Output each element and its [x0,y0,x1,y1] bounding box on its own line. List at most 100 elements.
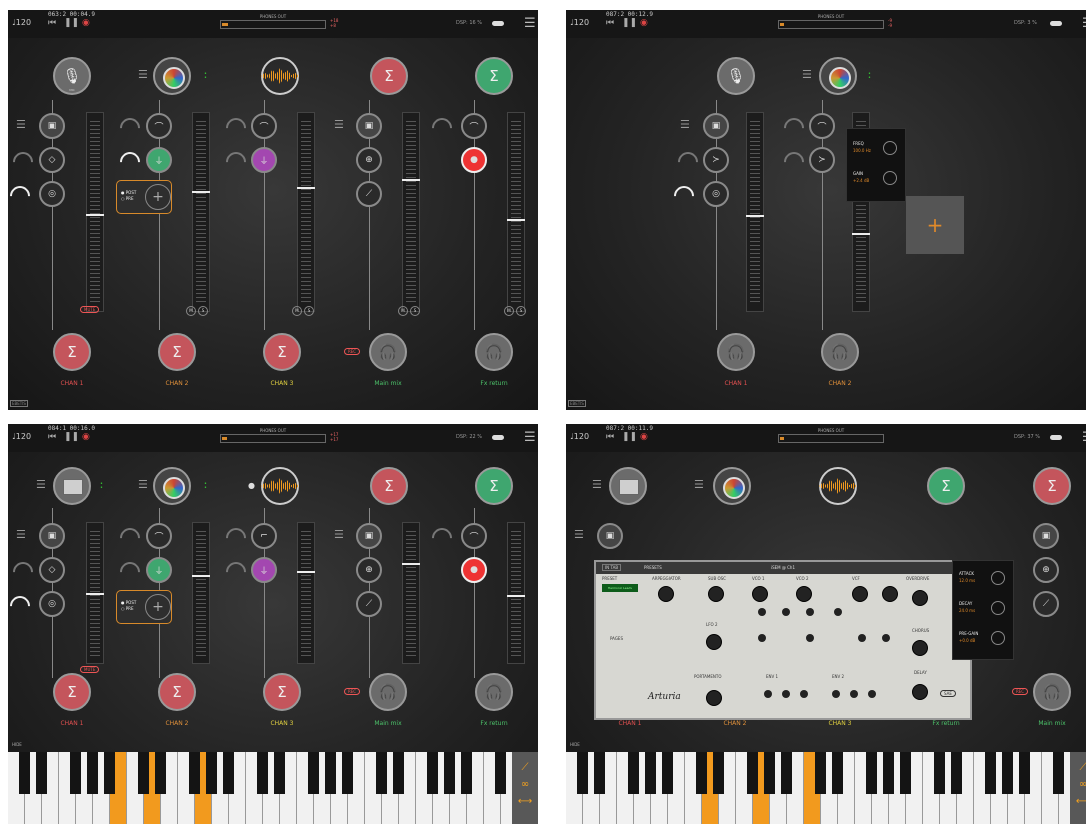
limiter-insert[interactable]: ⟋ [356,181,382,207]
black-key[interactable] [325,752,336,794]
channel-menu-icon[interactable]: ☰ [802,68,812,81]
black-key[interactable] [87,752,98,794]
lowpass-insert[interactable]: ⌐ [251,523,277,549]
channel-fader[interactable] [507,112,525,312]
output-bus-node[interactable]: Σ [53,333,91,371]
pitch-icon[interactable]: ⟋ [1070,762,1086,773]
record-icon[interactable]: ◉ [82,18,90,28]
channel-fader[interactable] [507,522,525,664]
send-knob[interactable] [115,557,145,587]
black-key[interactable] [577,752,588,794]
bus-a-node[interactable]: Σ [370,57,408,95]
black-key[interactable] [662,752,673,794]
black-key[interactable] [461,752,472,794]
resonance-knob[interactable] [882,586,898,602]
limiter-insert[interactable]: ⟋ [356,591,382,617]
channel-fader[interactable] [86,522,104,664]
plugin-insert[interactable]: ▣ [597,523,623,549]
send-knob[interactable] [673,147,703,177]
add-effect-drop-zone[interactable]: + [906,196,964,254]
headphones-output-node[interactable]: 🎧 [1033,673,1071,711]
tempo-display[interactable]: ♩120 [570,432,589,441]
tempo-display[interactable]: ♩120 [570,18,589,27]
pan-insert[interactable]: ◇ [39,147,65,173]
black-key[interactable] [342,752,353,794]
audio-file-node[interactable] [261,57,299,95]
fx-plugin-insert[interactable]: ● [461,147,487,173]
sat-insert[interactable]: ⌒ [146,523,172,549]
hamburger-menu-icon[interactable]: ☰ [1082,17,1086,30]
add-effect-icon[interactable]: + [145,594,171,620]
black-key[interactable] [257,752,268,794]
black-key[interactable] [696,752,707,794]
black-key[interactable] [155,752,166,794]
env2-attack-knob[interactable] [832,690,840,698]
plugin-insert[interactable]: ▣ [39,113,65,139]
send-knob[interactable] [8,557,38,587]
env1-decay-knob[interactable] [782,690,790,698]
audio-file-node[interactable] [261,467,299,505]
bus-b-node[interactable]: Σ [475,467,513,505]
plugin-insert[interactable]: ▣ [356,523,382,549]
black-key[interactable] [1002,752,1013,794]
pause-icon[interactable]: ❚❚ [64,18,79,28]
plugin-insert[interactable]: ▣ [1033,523,1059,549]
send-knob[interactable] [221,557,251,587]
channel-menu-icon[interactable]: ☰ [334,528,344,541]
black-key[interactable] [781,752,792,794]
bus-a-node[interactable]: Σ [370,467,408,505]
eq-insert[interactable]: ⏚ [251,557,277,583]
output-bus-node[interactable]: Σ [263,673,301,711]
pulse-width-knob[interactable] [758,634,766,642]
send-knob[interactable] [221,113,251,143]
keyboard-controls[interactable]: ⟋ ∞ ⟷ [1070,752,1086,824]
freq-knob[interactable] [883,141,897,155]
audio-file-node[interactable] [819,467,857,505]
black-key[interactable] [393,752,404,794]
black-key[interactable] [747,752,758,794]
app-source-node[interactable] [819,57,857,95]
clip-insert[interactable]: ⌒ [461,113,487,139]
post-pre-selector[interactable]: ● POST ○ PRE [121,190,136,202]
pregain-knob[interactable] [991,631,1005,645]
sat-insert[interactable]: ⌒ [809,113,835,139]
cutoff-knob[interactable] [852,586,868,602]
plugin-insert[interactable]: ▣ [39,523,65,549]
hp-insert[interactable]: ≻ [703,147,729,173]
mic-source-node[interactable]: 🎙 [717,57,755,95]
hamburger-menu-icon[interactable]: ☰ [524,431,536,444]
env2-sustain-knob[interactable] [868,690,876,698]
vco-mod-knob[interactable] [834,608,842,616]
app-source-node[interactable] [713,467,751,505]
gain-knob[interactable] [883,171,897,185]
send-knob[interactable] [221,523,251,553]
app-source-node[interactable] [153,57,191,95]
filter-mod-knob[interactable] [858,634,866,642]
record-icon[interactable]: ◉ [640,432,648,442]
loop-icon[interactable]: ∞ [1070,779,1086,790]
black-key[interactable] [189,752,200,794]
black-key[interactable] [934,752,945,794]
black-key[interactable] [951,752,962,794]
black-key[interactable] [832,752,843,794]
send-knob[interactable] [115,147,145,177]
black-key[interactable] [594,752,605,794]
channel-fader[interactable] [297,112,315,312]
sub-osc-knob[interactable] [708,586,724,602]
pause-icon[interactable]: ❚❚ [622,18,637,28]
channel-menu-icon[interactable]: ☰ [694,478,704,491]
channel-fader[interactable] [402,522,420,664]
loop-icon[interactable]: ∞ [512,779,538,790]
mute-button[interactable]: M [504,306,514,316]
bus-a-node[interactable]: Σ [1033,467,1071,505]
black-key[interactable] [274,752,285,794]
black-key[interactable] [628,752,639,794]
black-key[interactable] [36,752,47,794]
record-icon[interactable]: ◉ [640,18,648,28]
env1-sustain-knob[interactable] [800,690,808,698]
channel-menu-icon[interactable]: ☰ [36,478,46,491]
toggle-switch[interactable] [1050,435,1062,440]
headphones-output-node[interactable]: 🎧 [717,333,755,371]
chorus-knob[interactable] [912,640,928,656]
skip-back-icon[interactable]: ⏮ [606,18,614,28]
